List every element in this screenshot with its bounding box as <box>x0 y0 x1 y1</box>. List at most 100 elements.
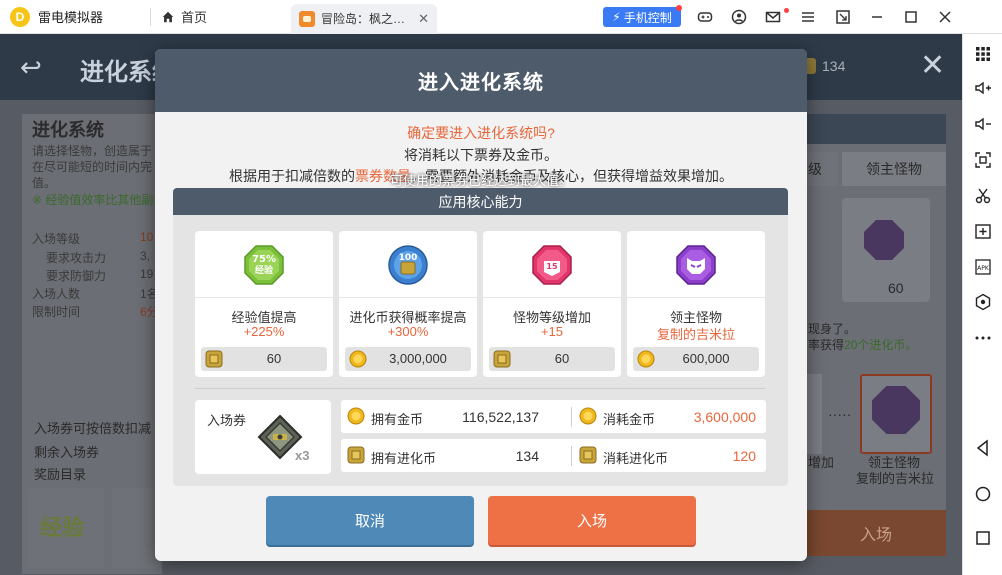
menu-icon[interactable] <box>800 9 816 25</box>
card-divider <box>339 297 477 298</box>
tab-level-label: 级 <box>808 161 822 177</box>
right-desc-prefix: 率获得 <box>808 338 845 352</box>
info-panel-title: 进化系统 <box>32 120 104 140</box>
core-ability-cards: 75% 经验 经验值提高 +225% 60 100 进化币获得概率提高 +300… <box>195 231 765 377</box>
boss-card-cost: 60 <box>888 280 904 296</box>
stat-label: 入场等级 <box>32 232 81 246</box>
spend-coin-value: 120 <box>732 448 756 464</box>
cancel-button-label: 取消 <box>354 513 385 530</box>
info-line: 在尽可能短的时间内完 <box>32 160 153 174</box>
card-cost: 600,000 <box>633 347 759 371</box>
gold-row: 拥有金币 116,522,137 消耗金币 3,600,000 <box>341 400 766 433</box>
card-bonus: +225% <box>243 324 285 339</box>
enter-button-label: 入场 <box>576 513 607 530</box>
card-divider <box>483 297 621 298</box>
phone-control-label: 手机控制 <box>623 10 672 25</box>
home-icon <box>162 11 174 22</box>
tab-close-icon[interactable]: ✕ <box>418 11 429 27</box>
tab-game[interactable]: 冒险岛：枫之… ✕ <box>291 3 437 34</box>
enter-button[interactable]: 入场 <box>488 496 696 545</box>
stat-value: 10 <box>140 230 154 244</box>
minimize-icon[interactable] <box>869 9 885 25</box>
tab-level[interactable]: 级 <box>806 152 838 186</box>
stat-divider <box>571 446 572 466</box>
info-line: 值。 <box>32 176 57 190</box>
recent-apps-icon[interactable] <box>973 528 993 548</box>
more-options-icon[interactable] <box>973 328 993 348</box>
background-enter-button[interactable]: 入场 <box>806 510 946 556</box>
emulator-sidebar: APK <box>962 34 1002 575</box>
card-divider <box>627 297 765 298</box>
core-ability-panel: 应用核心能力 75% 经验 经验值提高 +225% 60 100 进化币获得概率… <box>173 188 788 486</box>
section-divider <box>195 388 765 389</box>
rewards-label: 奖励目录 <box>34 467 87 482</box>
spend-coin-label: 消耗进化币 <box>603 451 669 466</box>
tab-boss-label: 领主怪物 <box>866 161 922 177</box>
evolution-coin-100-icon: 100 <box>388 245 428 285</box>
phone-control-button[interactable]: ⚡ 手机控制 <box>603 7 681 27</box>
back-triangle-icon[interactable] <box>973 438 993 458</box>
exp-75-badge-icon: 75% 经验 <box>244 245 284 285</box>
stat-value: 19 <box>140 267 154 281</box>
entry-ticket-box: 入场券 x3 <box>195 400 331 474</box>
tab-home-label: 首页 <box>181 10 208 25</box>
back-arrow-icon[interactable]: ↩ <box>20 52 42 83</box>
add-app-icon[interactable] <box>973 221 993 241</box>
tab-boss-monster[interactable]: 领主怪物 <box>842 152 946 186</box>
emulator-titlebar: D 雷电模拟器 首页 冒险岛：枫之… ✕ <box>0 0 1002 34</box>
settings-gear-icon[interactable] <box>973 292 993 312</box>
owned-coin-label: 拥有进化币 <box>371 451 437 466</box>
owned-coin-value: 134 <box>515 448 539 464</box>
monster-level-15-icon: 15 <box>532 245 572 285</box>
stat-divider <box>571 407 572 427</box>
mail-notification-dot <box>784 8 789 13</box>
fullscreen-icon[interactable] <box>973 150 993 170</box>
info-note: ※ 经验值效率比其他副 <box>32 193 154 207</box>
close-icon[interactable]: ✕ <box>920 48 945 83</box>
tab-home[interactable]: 首页 <box>151 0 291 34</box>
boss-monster-icon <box>676 245 716 285</box>
maximize-icon[interactable] <box>903 9 919 25</box>
confirm-question: 确定要进入进化系统吗? <box>407 125 555 141</box>
core-card-monster-level[interactable]: 15 怪物等级增加 +15 60 <box>483 231 621 377</box>
boss-monster-icon <box>872 386 920 434</box>
gamepad-icon[interactable] <box>697 9 713 25</box>
grid-icon[interactable] <box>973 44 993 64</box>
scissors-icon[interactable] <box>973 186 993 206</box>
boss-monster-icon <box>864 220 904 260</box>
ellipsis: ····· <box>828 406 852 422</box>
user-icon[interactable] <box>731 9 747 25</box>
remaining-tickets-label: 剩余入场券 <box>34 445 100 460</box>
close-window-icon[interactable] <box>937 9 953 25</box>
restore-window-icon[interactable] <box>835 9 851 25</box>
coin-count: 134 <box>822 58 846 74</box>
home-circle-icon[interactable] <box>973 484 993 504</box>
core-card-boss[interactable]: 领主怪物 复制的吉米拉 600,000 <box>627 231 765 377</box>
card-cost-value: 60 <box>554 351 570 366</box>
right-desc: 现身了。 <box>808 322 857 336</box>
add-label: 增加 <box>808 455 835 470</box>
apk-install-icon[interactable]: APK <box>973 257 993 277</box>
volume-down-icon[interactable] <box>973 114 993 134</box>
svg-text:APK: APK <box>977 265 990 272</box>
evolution-coin-icon <box>347 446 365 464</box>
ticket-count: x3 <box>295 448 310 463</box>
card-cost: 60 <box>201 347 327 371</box>
right-panel-header <box>806 114 946 144</box>
mail-icon[interactable] <box>765 9 781 25</box>
maplestory-app-icon <box>299 10 315 27</box>
core-card-coin-rate[interactable]: 100 进化币获得概率提高 +300% 3,000,000 <box>339 231 477 377</box>
evolution-coin-icon <box>579 446 597 464</box>
reward-exp-badge: 经验 <box>40 515 85 540</box>
lightning-icon: ⚡ <box>612 10 621 24</box>
slot-partial <box>806 374 822 454</box>
owned-gold-value: 116,522,137 <box>462 409 539 425</box>
svg-text:100: 100 <box>399 253 418 263</box>
spend-gold-label: 消耗金币 <box>603 412 656 427</box>
gold-coin-icon <box>347 407 365 425</box>
core-card-exp[interactable]: 75% 经验 经验值提高 +225% 60 <box>195 231 333 377</box>
cancel-button[interactable]: 取消 <box>266 496 474 545</box>
svg-text:75%: 75% <box>252 254 276 265</box>
volume-up-icon[interactable] <box>973 78 993 98</box>
dialog-title: 进入进化系统 <box>155 49 807 112</box>
